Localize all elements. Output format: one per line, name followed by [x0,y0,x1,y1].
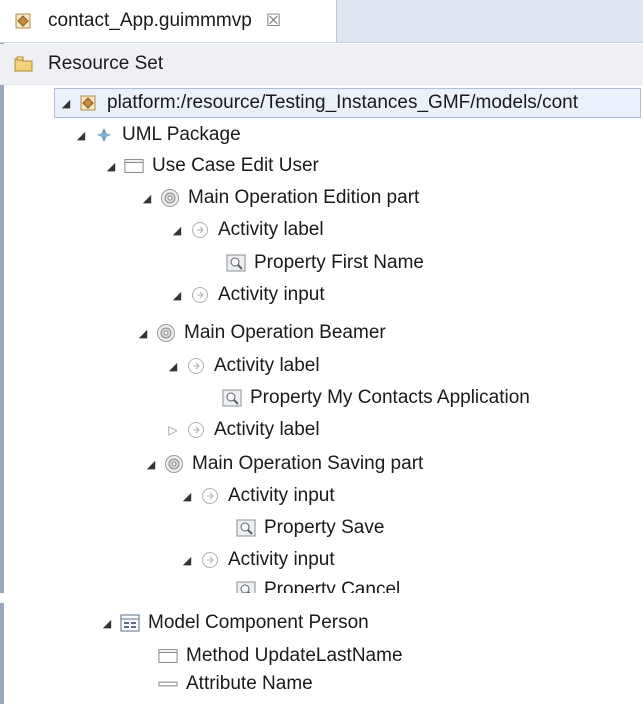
activity-icon [200,550,220,570]
tree-item-method-update[interactable]: Method UpdateLastName [138,641,403,671]
tree-item-prop-my-contacts[interactable]: Property My Contacts Application [202,383,530,413]
editor-tab-bar: contact_App.guimmmvp ☒ [0,0,643,43]
tree-item-model-component[interactable]: ◢ Model Component Person [100,608,369,638]
collapse-arrow-icon[interactable]: ◢ [136,327,150,340]
expand-arrow-icon[interactable]: ▷ [166,423,180,437]
tree-item-label: Property Save [264,517,385,538]
property-icon [226,253,246,273]
window-icon [124,156,144,176]
property-icon [222,388,242,408]
tree-item-label: Activity input [228,549,335,570]
collapse-arrow-icon[interactable]: ◢ [166,360,180,373]
dash-icon [158,674,178,694]
editor-tab-title: contact_App.guimmmvp [48,10,252,31]
gmf-model-icon [79,93,99,113]
tree-item-label: Main Operation Beamer [184,322,386,343]
tree-item-platform[interactable]: ◢ platform:/resource/Testing_Instances_GM… [54,88,641,118]
tree-item-main-op-edition[interactable]: ◢ Main Operation Edition part [140,183,420,213]
collapse-arrow-icon[interactable]: ◢ [74,129,88,142]
tree-item-label: Activity input [218,284,325,305]
collapse-arrow-icon[interactable]: ◢ [104,160,118,173]
resource-set-row[interactable]: Resource Set [0,44,643,85]
tree-item-act-label-3[interactable]: ▷ Activity label [166,415,320,445]
tree-item-label: Main Operation Saving part [192,453,424,474]
activity-icon [200,486,220,506]
gear-icon [164,454,184,474]
tree-item-label: Model Component Person [148,612,369,633]
activity-icon [186,420,206,440]
tree-item-label: Use Case Edit User [152,155,319,176]
tree-item-act-input-3[interactable]: ◢ Activity input [180,545,335,575]
collapse-arrow-icon[interactable]: ◢ [170,224,184,237]
resource-set-label: Resource Set [48,53,164,74]
tree-item-label: Attribute Name [186,673,313,694]
tree-item-use-case[interactable]: ◢ Use Case Edit User [104,151,319,181]
activity-icon [190,220,210,240]
window-icon [158,646,178,666]
tree-item-act-input-2[interactable]: ◢ Activity input [180,481,335,511]
collapse-arrow-icon[interactable]: ◢ [140,192,154,205]
collapse-arrow-icon[interactable]: ◢ [180,554,194,567]
tree-item-label: Property My Contacts Application [250,387,530,408]
tree-item-label: Activity label [218,219,324,240]
property-icon [236,518,256,538]
tree-item-prop-first-name[interactable]: Property First Name [206,248,424,278]
activity-icon [190,285,210,305]
tree-item-act-label-2[interactable]: ◢ Activity label [166,351,320,381]
tree-item-label: Method UpdateLastName [186,645,403,666]
tree-item-label: platform:/resource/Testing_Instances_GMF… [107,92,578,113]
gmf-model-icon [14,11,34,31]
collapse-arrow-icon[interactable]: ◢ [59,97,73,110]
table-icon [120,613,140,633]
tree-item-main-op-saving[interactable]: ◢ Main Operation Saving part [144,449,424,479]
activity-icon [186,356,206,376]
collapse-arrow-icon[interactable]: ◢ [180,490,194,503]
collapse-arrow-icon[interactable]: ◢ [144,458,158,471]
tree-item-label: Main Operation Edition part [188,187,420,208]
tree-item-label: Activity label [214,355,320,376]
tree-item-attribute-name[interactable]: Attribute Name [138,669,313,699]
tree-item-act-input-1[interactable]: ◢ Activity input [170,280,325,310]
tree-item-label: Property First Name [254,252,424,273]
viewport-clip [0,593,643,603]
collapse-arrow-icon[interactable]: ◢ [170,289,184,302]
collapse-arrow-icon[interactable]: ◢ [100,617,114,630]
tree-item-prop-save[interactable]: Property Save [216,513,384,543]
tree-item-act-label-1[interactable]: ◢ Activity label [170,215,324,245]
tree-item-label: Activity input [228,485,335,506]
gear-icon [160,188,180,208]
gear-icon [156,323,176,343]
editor-tab[interactable]: contact_App.guimmmvp ☒ [0,0,337,42]
tree-item-main-op-beamer[interactable]: ◢ Main Operation Beamer [136,318,386,348]
close-icon[interactable]: ☒ [266,11,281,31]
package-icon [94,125,114,145]
tree-item-uml-package[interactable]: ◢ UML Package [74,120,241,150]
model-tree: ◢ platform:/resource/Testing_Instances_GM… [0,86,643,704]
tree-item-label: Activity label [214,419,320,440]
tree-item-label: UML Package [122,124,241,145]
folder-icon [14,54,34,74]
